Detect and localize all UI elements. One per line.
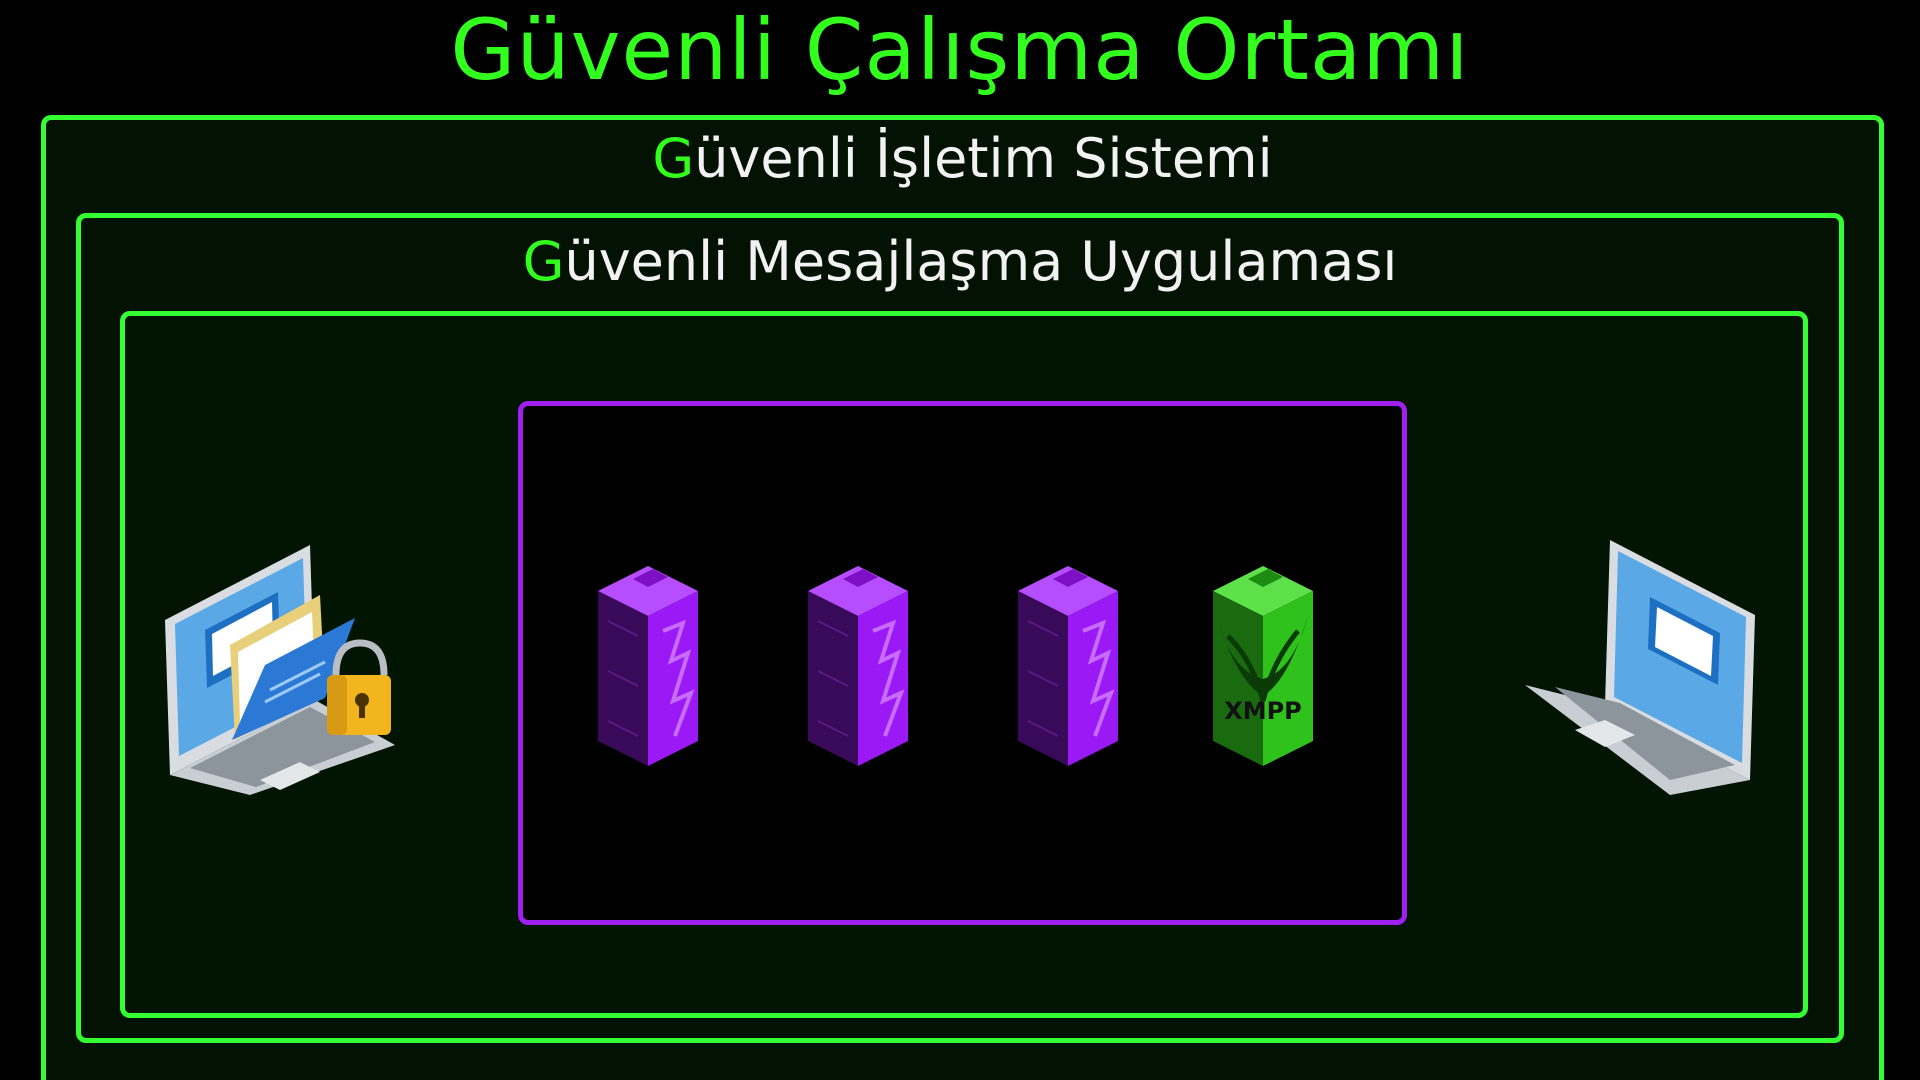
server-icon bbox=[593, 561, 703, 771]
laptop-secure-folder-icon bbox=[160, 540, 400, 795]
laptop-icon bbox=[1520, 535, 1765, 795]
server-cluster-zone: XMPP bbox=[518, 401, 1407, 925]
secure-messaging-app-label-accent: G bbox=[522, 230, 565, 293]
xmpp-label: XMPP bbox=[1224, 697, 1302, 725]
secure-os-label-accent: G bbox=[652, 127, 695, 190]
secure-messaging-app-label-text: üvenli Mesajlaşma Uygulaması bbox=[564, 230, 1398, 293]
server-icon bbox=[803, 561, 913, 771]
xmpp-server-icon: XMPP bbox=[1208, 561, 1318, 771]
server-icon bbox=[1013, 561, 1123, 771]
secure-messaging-app-label: Güvenli Mesajlaşma Uygulaması bbox=[81, 230, 1839, 293]
secure-os-label-text: üvenli İşletim Sistemi bbox=[694, 127, 1273, 190]
diagram-title: Güvenli Çalışma Ortamı bbox=[450, 1, 1470, 99]
secure-os-label: Güvenli İşletim Sistemi bbox=[46, 127, 1879, 190]
